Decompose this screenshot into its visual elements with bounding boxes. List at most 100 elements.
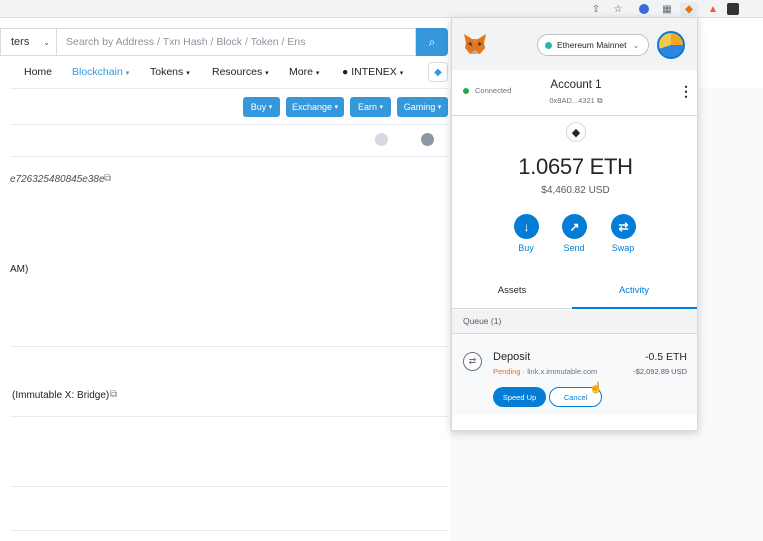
pointer-cursor-icon: ☝	[589, 382, 603, 394]
exchange-dropdown-button[interactable]: Exchange ▾	[286, 97, 344, 117]
chevron-down-icon: ▾	[399, 70, 404, 77]
copy-icon: ⧉	[596, 96, 603, 105]
buy-label: Buy	[518, 243, 534, 253]
menu-icon[interactable]	[727, 3, 739, 15]
transaction-amount-usd: -$2,092.89 USD	[633, 367, 687, 376]
wallet-tabs: Assets Activity	[452, 275, 697, 309]
network-name: Ethereum Mainnet	[557, 40, 627, 50]
divider	[10, 156, 448, 157]
nav-more[interactable]: More ▾	[289, 66, 319, 78]
speed-up-button[interactable]: Speed Up	[493, 387, 546, 407]
divider	[10, 346, 448, 347]
chevron-down-icon: ▾	[315, 70, 320, 77]
nav-user-menu[interactable]: ● INTENEX ▾	[342, 66, 403, 78]
chevron-down-icon: ▾	[379, 104, 384, 111]
search-filter-label: ters	[11, 36, 30, 48]
metamask-header: Ethereum Mainnet ⌄	[452, 18, 697, 70]
account-address[interactable]: 0x8AD...4321 ⧉	[512, 96, 640, 106]
queue-label: Queue (1)	[463, 316, 502, 326]
nav-tokens[interactable]: Tokens ▾	[150, 66, 190, 78]
swap-button[interactable]: ⇄	[611, 214, 636, 239]
account-avatar[interactable]	[657, 31, 685, 59]
extension-icon[interactable]	[637, 2, 651, 16]
send-label: Send	[563, 243, 585, 253]
network-selector[interactable]: Ethereum Mainnet ⌄	[537, 34, 649, 56]
user-circle-icon: ●	[342, 66, 349, 78]
nav-resources[interactable]: Resources ▾	[212, 66, 269, 78]
swap-icon: ⇄	[618, 219, 629, 234]
carousel-dot[interactable]	[375, 133, 388, 146]
nav-more-label: More	[289, 66, 313, 78]
star-icon[interactable]: ☆	[611, 2, 625, 16]
swap-icon: ⇄	[463, 352, 482, 371]
arrow-up-right-icon: ↗	[569, 219, 580, 234]
chevron-down-icon: ▾	[125, 70, 130, 77]
transaction-hash-fragment[interactable]: e726325480845e38e	[10, 174, 105, 185]
earn-label: Earn	[357, 102, 377, 112]
metamask-popup: Ethereum Mainnet ⌄ Connected Account 1 0…	[451, 17, 698, 431]
copy-icon[interactable]: ⧉	[110, 389, 117, 400]
chevron-down-icon: ⌄	[43, 37, 50, 47]
divider	[10, 416, 448, 417]
gaming-label: Gaming	[403, 102, 436, 112]
nav-tokens-label: Tokens	[150, 66, 184, 78]
nav-blockchain-label: Blockchain	[72, 66, 123, 78]
account-options-icon[interactable]: ⋮	[679, 84, 693, 98]
buy-dropdown-button[interactable]: Buy ▾	[243, 97, 280, 117]
ethereum-logo-icon: ◆	[566, 122, 586, 142]
search-icon: ⌕	[428, 34, 436, 49]
nav-user-label: INTENEX	[351, 66, 397, 78]
earn-dropdown-button[interactable]: Earn ▾	[350, 97, 391, 117]
nav-blockchain[interactable]: Blockchain ▾	[72, 66, 129, 78]
divider	[10, 88, 448, 89]
chevron-down-icon: ▾	[265, 70, 269, 77]
chevron-down-icon: ▾	[437, 104, 442, 111]
account-address-text: 0x8AD...4321	[549, 96, 595, 105]
connection-status-label: Connected	[475, 86, 512, 95]
nav-home[interactable]: Home	[24, 66, 52, 78]
metamask-fox-icon[interactable]: ◆	[680, 2, 698, 16]
eth-balance: 1.0657 ETH	[518, 154, 633, 179]
divider	[10, 530, 448, 531]
copy-icon[interactable]: ⧉	[104, 173, 111, 184]
ethereum-network-icon[interactable]: ◆	[428, 62, 448, 82]
chevron-down-icon: ▾	[268, 104, 273, 111]
chevron-down-icon: ▾	[186, 70, 190, 77]
metamask-fox-icon[interactable]	[463, 33, 487, 55]
search-button[interactable]: ⌕	[416, 28, 448, 56]
transaction-item[interactable]: ⇄ Deposit Pending · link.x.immutable.com…	[452, 335, 697, 415]
account-bar: Connected Account 1 0x8AD...4321 ⧉ ⋮	[452, 70, 697, 116]
download-icon: ↓	[523, 219, 530, 234]
nav-resources-label: Resources	[212, 66, 263, 78]
active-tab-indicator	[572, 307, 697, 309]
transaction-amount: -0.5 ETH	[644, 351, 687, 363]
tab-assets[interactable]: Assets	[452, 285, 572, 296]
chevron-down-icon: ⌄	[632, 40, 640, 50]
search-input[interactable]: Search by Address / Txn Hash / Block / T…	[56, 28, 416, 56]
bridge-label[interactable]: (Immutable X: Bridge)	[12, 390, 109, 401]
connection-status[interactable]: Connected	[463, 86, 511, 95]
transaction-status: Pending	[493, 367, 521, 376]
connected-dot-icon	[463, 87, 469, 94]
exchange-label: Exchange	[291, 102, 332, 112]
usd-balance: $4,460.82 USD	[541, 185, 610, 196]
chevron-down-icon: ▾	[334, 104, 339, 111]
account-name: Account 1	[550, 79, 602, 91]
search-filter-dropdown[interactable]: ters ⌄	[0, 28, 56, 56]
brave-icon[interactable]: ▲	[706, 2, 720, 16]
tab-activity[interactable]: Activity	[574, 285, 694, 296]
buy-button[interactable]: ↓	[514, 214, 539, 239]
reader-icon[interactable]: ▦	[660, 2, 674, 16]
queue-header: Queue (1)	[452, 310, 697, 334]
carousel-dot-active[interactable]	[421, 133, 434, 146]
divider	[10, 124, 448, 125]
timestamp-fragment: AM)	[10, 264, 29, 275]
gaming-dropdown-button[interactable]: Gaming ▾	[397, 97, 448, 117]
swap-label: Swap	[611, 243, 635, 253]
transaction-origin: link.x.immutable.com	[527, 367, 598, 376]
main-nav: Home Blockchain ▾ Tokens ▾ Resources ▾ M…	[0, 62, 448, 82]
network-status-dot	[545, 41, 552, 49]
send-button[interactable]: ↗	[562, 214, 587, 239]
search-placeholder: Search by Address / Txn Hash / Block / T…	[66, 36, 306, 48]
share-icon[interactable]: ⇧	[589, 2, 603, 16]
